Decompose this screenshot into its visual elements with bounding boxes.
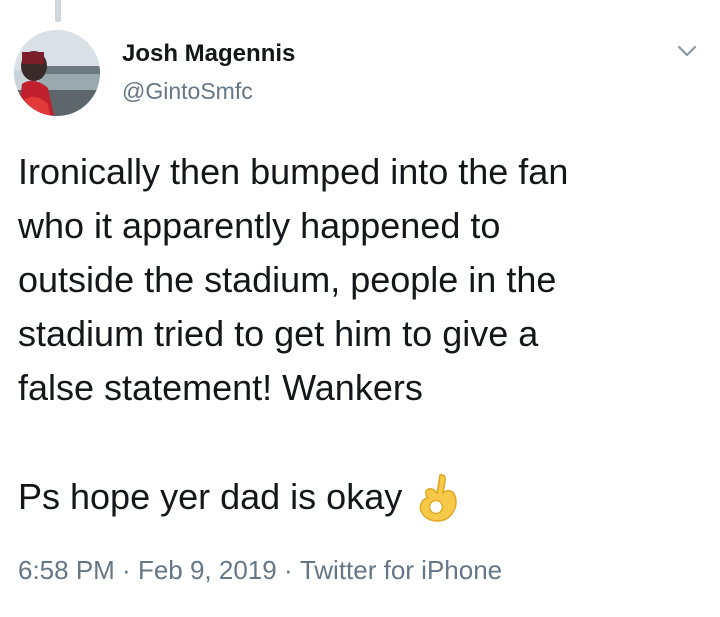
chevron-down-icon[interactable] xyxy=(676,40,698,62)
tweet-metadata: 6:58 PM · Feb 9, 2019 · Twitter for iPho… xyxy=(18,555,502,586)
avatar-photo xyxy=(14,30,100,116)
tweet-ps-line: Ps hope yer dad is okay xyxy=(18,470,708,524)
author-display-name[interactable]: Josh Magennis xyxy=(122,40,295,68)
thread-connector-line xyxy=(55,0,61,22)
meta-separator: · xyxy=(276,555,300,585)
tweet-source[interactable]: Twitter for iPhone xyxy=(300,555,502,586)
tweet-text: Ironically then bumped into the fan who … xyxy=(18,151,569,408)
tweet-date[interactable]: Feb 9, 2019 xyxy=(138,555,277,586)
meta-separator: · xyxy=(114,555,138,585)
tweet-ps-text: Ps hope yer dad is okay xyxy=(18,476,403,517)
avatar[interactable] xyxy=(14,30,100,116)
tweet-time[interactable]: 6:58 PM xyxy=(18,555,115,586)
author-handle[interactable]: @GintoSmfc xyxy=(122,78,253,105)
ok-hand-icon xyxy=(414,471,460,523)
